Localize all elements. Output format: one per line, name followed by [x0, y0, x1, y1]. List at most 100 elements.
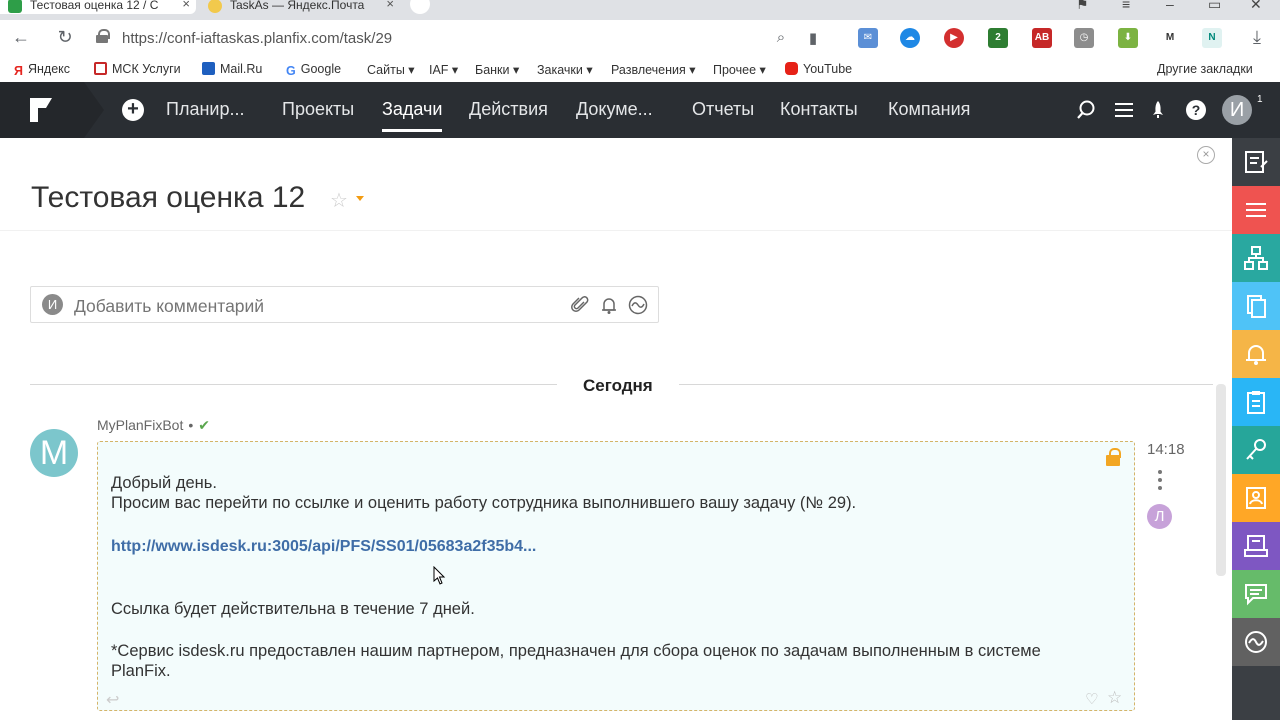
lock-icon[interactable] [96, 29, 110, 43]
check-icon: ✔ [198, 417, 210, 433]
reload-icon[interactable]: ↻ [54, 27, 76, 48]
tab-title: TaskAs — Яндекс.Почта [230, 0, 365, 12]
nav-company[interactable]: Компания [888, 99, 970, 120]
bookmark-icon[interactable]: ▮ [802, 29, 824, 47]
download-extension-icon[interactable]: ⬇ [1118, 28, 1138, 48]
tab-mail[interactable]: TaskAs — Яндекс.Почта × [200, 0, 400, 14]
search-icon[interactable] [1074, 98, 1098, 122]
bookmark-folder-banks[interactable]: Банки ▾ [475, 62, 519, 77]
star-dropdown-icon[interactable] [356, 196, 364, 201]
toolbar-contacts[interactable] [1232, 474, 1280, 522]
author-name[interactable]: MyPlanFixBot [97, 417, 183, 433]
toolbar-list[interactable] [1232, 186, 1280, 234]
zoom-icon[interactable]: ⌕ [770, 29, 792, 46]
tab-active[interactable]: Тестовая оценка 12 / С × [0, 0, 196, 14]
notification-count: 1 [1257, 94, 1263, 105]
logo-area[interactable] [0, 82, 104, 138]
nav-reports[interactable]: Отчеты [692, 99, 754, 120]
user-avatar[interactable]: И [1222, 95, 1252, 125]
gmail-extension-icon[interactable]: M [1160, 28, 1180, 48]
message-time: 14:18 [1147, 441, 1185, 458]
toolbar-chat[interactable] [1232, 570, 1280, 618]
message-greeting: Добрый день. [111, 474, 217, 492]
chat-icon [1245, 584, 1267, 606]
youtube-icon [785, 62, 798, 75]
clock-extension-icon[interactable]: ◷ [1074, 28, 1094, 48]
add-plus-icon[interactable]: + [122, 99, 144, 121]
tab-close-icon[interactable]: × [182, 0, 190, 11]
comment-box[interactable]: И [30, 286, 659, 323]
activity-icon[interactable] [628, 295, 648, 315]
bookmark-folder-other[interactable]: Прочее ▾ [713, 62, 766, 77]
play-extension-icon[interactable]: ▶ [944, 28, 964, 48]
hamburger-menu-icon[interactable] [1112, 98, 1136, 122]
nav-actions[interactable]: Действия [469, 99, 548, 120]
author-avatar[interactable]: M [30, 429, 78, 477]
nav-contacts[interactable]: Контакты [780, 99, 858, 120]
more-options-icon[interactable] [1152, 470, 1168, 492]
bookmark-google[interactable]: G Google [286, 62, 341, 78]
tab-title: Тестовая оценка 12 / С [30, 0, 159, 12]
toolbar-checklist[interactable] [1232, 378, 1280, 426]
minimize-icon[interactable]: – [1166, 0, 1174, 12]
activity-icon [1245, 631, 1267, 653]
task-title: Тестовая оценка 12 [31, 181, 306, 214]
n-extension-icon[interactable]: N [1202, 28, 1222, 48]
close-task-icon[interactable]: × [1197, 146, 1215, 164]
toolbar-documents[interactable] [1232, 282, 1280, 330]
google-icon: G [286, 64, 296, 78]
toolbar-keys[interactable] [1232, 426, 1280, 474]
toolbar-activity[interactable] [1232, 618, 1280, 666]
day-separator-label: Сегодня [557, 376, 679, 396]
like-heart-icon[interactable]: ♡ [1085, 690, 1098, 708]
toolbar-inbox[interactable] [1232, 522, 1280, 570]
sheets-extension-icon[interactable]: 2 [988, 28, 1008, 48]
back-icon[interactable]: ← [10, 27, 32, 48]
rating-link[interactable]: http://www.isdesk.ru:3005/api/PFS/SS01/0… [111, 538, 536, 556]
reply-icon[interactable]: ↩ [106, 690, 119, 710]
nav-documents[interactable]: Докуме... [576, 99, 653, 120]
nav-planner[interactable]: Планир... [166, 99, 244, 120]
contact-card-icon [1246, 487, 1266, 509]
bookmark-folder-fun[interactable]: Развлечения ▾ [611, 62, 696, 77]
paperclip-icon[interactable] [570, 295, 590, 315]
bookmark-youtube[interactable]: YouTube [785, 62, 852, 76]
nav-tasks[interactable]: Задачи [382, 99, 443, 132]
bookmark-msk[interactable]: МСК Услуги [94, 62, 181, 76]
bookmark-folder-iaf[interactable]: IAF ▾ [429, 62, 458, 77]
other-bookmarks[interactable]: Другие закладки [1157, 62, 1253, 76]
cloud-extension-icon[interactable]: ☁ [900, 28, 920, 48]
downloads-icon[interactable]: ⤓ [1246, 27, 1268, 48]
adblock-extension-icon[interactable]: AB [1032, 28, 1052, 48]
url-text[interactable]: https://conf-iaftaskas.planfix.com/task/… [122, 30, 392, 47]
favorite-star-icon[interactable]: ☆ [330, 188, 348, 213]
bell-icon[interactable] [599, 295, 619, 315]
toolbar-extra[interactable] [1232, 666, 1280, 720]
lock-icon[interactable] [1106, 448, 1121, 466]
close-window-icon[interactable]: ✕ [1250, 0, 1262, 13]
restore-icon[interactable]: ▭ [1208, 0, 1221, 13]
bookmark-mailru[interactable]: Mail.Ru [202, 62, 262, 76]
nav-projects[interactable]: Проекты [282, 99, 354, 120]
scrollbar[interactable] [1216, 384, 1226, 576]
mail-extension-icon[interactable]: ✉ [858, 28, 878, 48]
key-icon [1246, 439, 1266, 460]
message-text: *Сервис isdesk.ru предоставлен нашим пар… [111, 642, 1041, 660]
new-tab-button[interactable] [410, 0, 430, 14]
toolbar-structure[interactable] [1232, 234, 1280, 282]
tab-close-icon[interactable]: × [386, 0, 394, 11]
bookmark-manager-icon[interactable]: ⚑ [1076, 0, 1089, 13]
bookmark-yandex[interactable]: Я Яндекс [14, 62, 70, 78]
comment-input[interactable] [74, 296, 554, 317]
hierarchy-icon [1244, 246, 1268, 270]
bookmark-folder-sites[interactable]: Сайты ▾ [367, 62, 415, 77]
bookmark-folder-downloads[interactable]: Закачки ▾ [537, 62, 593, 77]
rocket-icon[interactable] [1146, 98, 1170, 122]
toolbar-notifications[interactable] [1232, 330, 1280, 378]
help-icon[interactable]: ? [1184, 98, 1208, 122]
menu-icon[interactable]: ≡ [1122, 0, 1130, 12]
message-card [97, 441, 1135, 711]
favorite-star-icon[interactable]: ☆ [1107, 688, 1122, 708]
toolbar-edit[interactable] [1232, 138, 1280, 186]
reader-avatar[interactable]: Л [1147, 504, 1172, 529]
